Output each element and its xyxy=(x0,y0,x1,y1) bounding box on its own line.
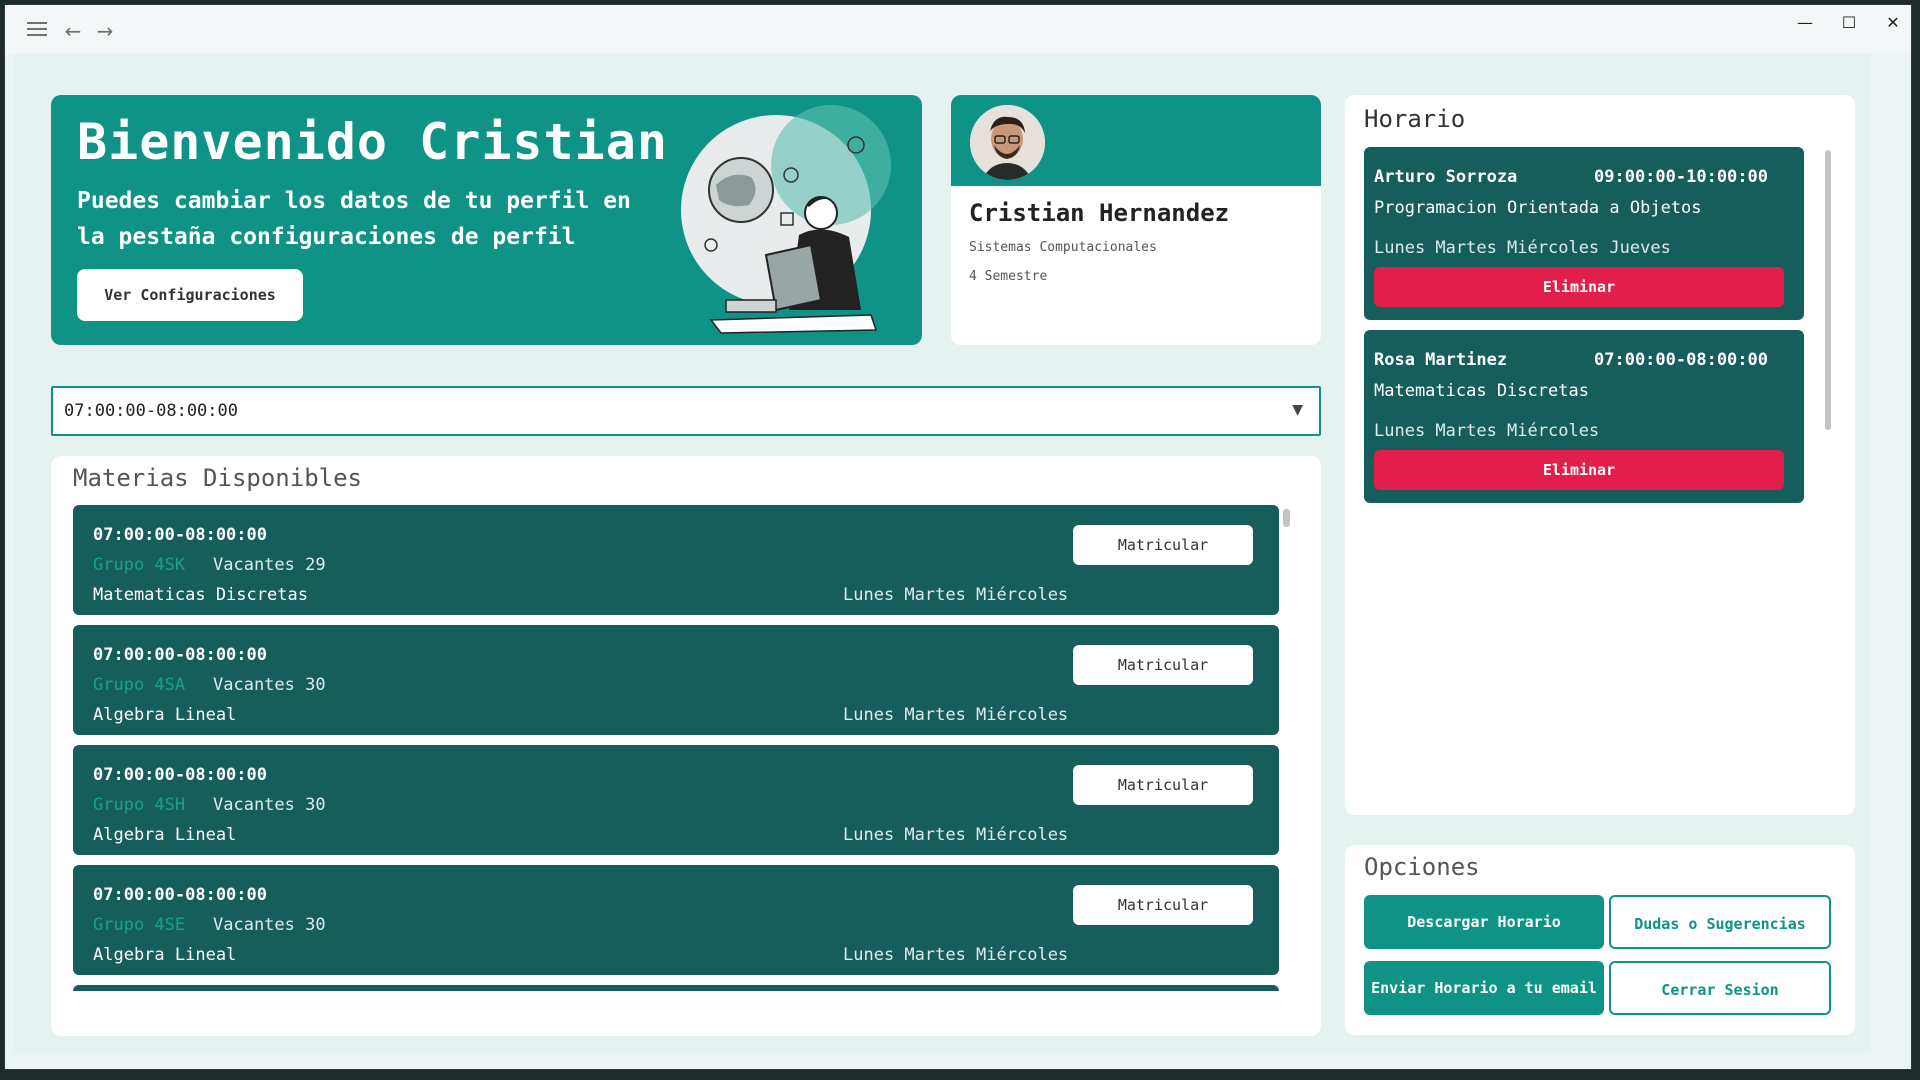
schedule-card: Arturo Sorroza 09:00:00-10:00:00 Program… xyxy=(1364,147,1804,320)
arrow-right-icon[interactable]: → xyxy=(91,17,119,45)
logout-button[interactable]: Cerrar Sesion xyxy=(1609,961,1831,1015)
maximize-icon[interactable]: ☐ xyxy=(1827,9,1871,37)
chevron-down-icon[interactable]: ▼ xyxy=(1292,402,1303,418)
options-panel: Opciones Descargar Horario Dudas o Suger… xyxy=(1345,845,1855,1035)
delete-button[interactable]: Eliminar xyxy=(1374,450,1784,490)
subject-vacancies: Vacantes 30 xyxy=(213,915,326,935)
main-content: Bienvenido Cristian Puedes cambiar los d… xyxy=(14,53,1871,1053)
subject-card-partial xyxy=(73,985,1279,991)
schedule-days: Lunes Martes Miércoles Jueves xyxy=(1374,238,1671,258)
hamburger-icon[interactable] xyxy=(23,17,51,45)
subject-vacancies: Vacantes 29 xyxy=(213,555,326,575)
schedule-panel: Horario Arturo Sorroza 09:00:00-10:00:00… xyxy=(1345,95,1855,815)
select-value: 07:00:00-08:00:00 xyxy=(64,401,238,421)
options-title: Opciones xyxy=(1364,853,1480,881)
schedule-time: 07:00:00-08:00:00 xyxy=(1594,350,1768,370)
subject-name: Algebra Lineal xyxy=(93,705,237,725)
subject-time: 07:00:00-08:00:00 xyxy=(93,765,267,785)
schedule-time: 09:00:00-10:00:00 xyxy=(1594,167,1768,187)
subject-time: 07:00:00-08:00:00 xyxy=(93,885,267,905)
title-bar: ← → — ☐ ✕ xyxy=(5,5,1911,53)
email-schedule-button[interactable]: Enviar Horario a tu email xyxy=(1364,961,1604,1015)
subject-days: Lunes Martes Miércoles xyxy=(843,585,1069,605)
profile-semester: 4 Semestre xyxy=(969,269,1048,284)
subject-days: Lunes Martes Miércoles xyxy=(843,945,1069,965)
subject-group: Grupo 4SH xyxy=(93,795,186,815)
schedule-subject: Matematicas Discretas xyxy=(1374,381,1589,401)
welcome-title: Bienvenido Cristian xyxy=(77,113,668,171)
subject-time: 07:00:00-08:00:00 xyxy=(93,645,267,665)
questions-suggestions-button[interactable]: Dudas o Sugerencias xyxy=(1609,895,1831,949)
schedule-days: Lunes Martes Miércoles xyxy=(1374,421,1600,441)
enroll-button[interactable]: Matricular xyxy=(1073,525,1253,565)
subject-card: 07:00:00-08:00:00 Grupo 4SE Vacantes 30 … xyxy=(73,865,1279,975)
schedule-title: Horario xyxy=(1364,105,1466,133)
subject-vacancies: Vacantes 30 xyxy=(213,675,326,695)
subject-days: Lunes Martes Miércoles xyxy=(843,825,1069,845)
enroll-button[interactable]: Matricular xyxy=(1073,885,1253,925)
enroll-button[interactable]: Matricular xyxy=(1073,645,1253,685)
app-window: ← → — ☐ ✕ Bienvenido Cristian Puedes cam… xyxy=(4,4,1912,1070)
subject-name: Algebra Lineal xyxy=(93,825,237,845)
subject-days: Lunes Martes Miércoles xyxy=(843,705,1069,725)
schedule-teacher: Rosa Martinez xyxy=(1374,350,1508,370)
subject-time: 07:00:00-08:00:00 xyxy=(93,525,267,545)
enroll-button[interactable]: Matricular xyxy=(1073,765,1253,805)
profile-name: Cristian Hernandez xyxy=(969,199,1230,227)
arrow-left-icon[interactable]: ← xyxy=(59,17,87,45)
subject-card: 07:00:00-08:00:00 Grupo 4SK Vacantes 29 … xyxy=(73,505,1279,615)
subject-vacancies: Vacantes 30 xyxy=(213,795,326,815)
subject-card: 07:00:00-08:00:00 Grupo 4SA Vacantes 30 … xyxy=(73,625,1279,735)
available-subjects-title: Materias Disponibles xyxy=(73,464,362,492)
subjects-scrollbar[interactable] xyxy=(1283,509,1290,527)
welcome-banner: Bienvenido Cristian Puedes cambiar los d… xyxy=(51,95,922,345)
close-icon[interactable]: ✕ xyxy=(1871,9,1915,37)
subject-group: Grupo 4SE xyxy=(93,915,186,935)
welcome-subtitle: Puedes cambiar los datos de tu perfil en… xyxy=(77,188,631,250)
student-reading-illustration xyxy=(681,105,891,334)
schedule-card: Rosa Martinez 07:00:00-08:00:00 Matemati… xyxy=(1364,330,1804,503)
avatar xyxy=(970,105,1045,180)
schedule-time-select[interactable]: 07:00:00-08:00:00 ▼ xyxy=(51,386,1321,436)
schedule-scrollbar[interactable] xyxy=(1825,150,1831,430)
profile-card: Cristian Hernandez Sistemas Computaciona… xyxy=(951,95,1321,345)
download-schedule-button[interactable]: Descargar Horario xyxy=(1364,895,1604,949)
available-subjects-panel: Materias Disponibles 07:00:00-08:00:00 G… xyxy=(51,456,1321,1036)
minimize-icon[interactable]: — xyxy=(1783,9,1827,37)
view-settings-button[interactable]: Ver Configuraciones xyxy=(77,269,303,321)
schedule-teacher: Arturo Sorroza xyxy=(1374,167,1518,187)
subject-name: Algebra Lineal xyxy=(93,945,237,965)
schedule-subject: Programacion Orientada a Objetos xyxy=(1374,198,1702,218)
subject-group: Grupo 4SK xyxy=(93,555,186,575)
delete-button[interactable]: Eliminar xyxy=(1374,267,1784,307)
subject-name: Matematicas Discretas xyxy=(93,585,308,605)
subject-card: 07:00:00-08:00:00 Grupo 4SH Vacantes 30 … xyxy=(73,745,1279,855)
subject-group: Grupo 4SA xyxy=(93,675,186,695)
profile-career: Sistemas Computacionales xyxy=(969,240,1157,255)
